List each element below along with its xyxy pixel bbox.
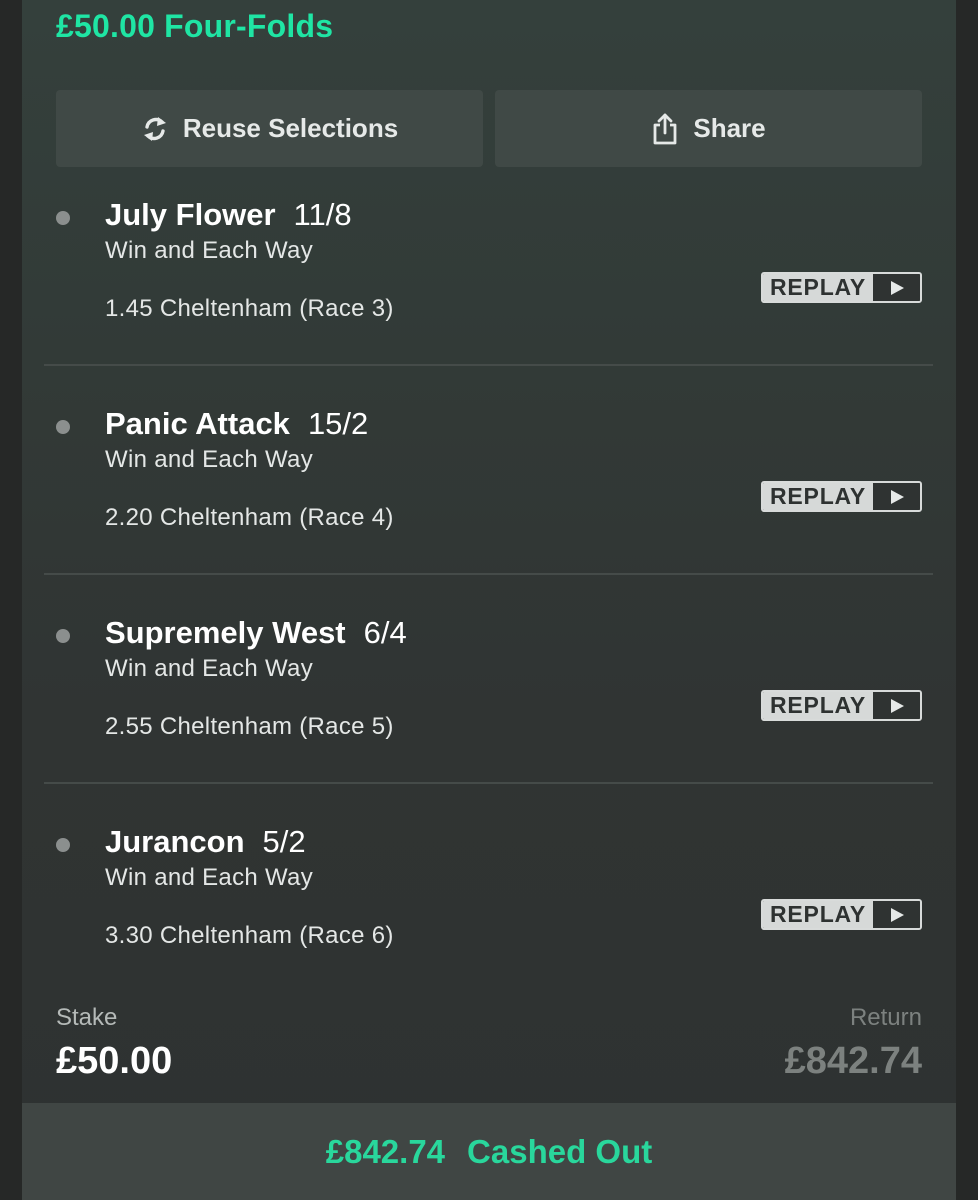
selection-header: Panic Attack 15/2 — [105, 406, 368, 442]
selection-item: Panic Attack 15/2 Win and Each Way 2.20 C… — [44, 406, 933, 614]
status-dot — [56, 211, 70, 225]
status-dot — [56, 420, 70, 434]
replay-button[interactable]: REPLAY — [761, 272, 922, 303]
divider — [44, 364, 933, 366]
selection-item: July Flower 11/8 Win and Each Way 1.45 Ch… — [44, 197, 933, 405]
replay-button[interactable]: REPLAY — [761, 481, 922, 512]
reuse-selections-button[interactable]: Reuse Selections — [56, 90, 483, 167]
right-edge — [956, 0, 978, 1200]
odds: 11/8 — [293, 197, 352, 232]
reuse-selections-label: Reuse Selections — [182, 113, 399, 143]
replay-label: REPLAY — [763, 483, 873, 510]
replay-label: REPLAY — [763, 901, 873, 928]
race-info: 3.30 Cheltenham (Race 6) — [105, 922, 394, 949]
odds: 6/4 — [363, 615, 407, 650]
selection-item: Jurancon 5/2 Win and Each Way 3.30 Chelte… — [44, 824, 933, 1032]
race-info: 1.45 Cheltenham (Race 3) — [105, 295, 394, 322]
race-info: 2.55 Cheltenham (Race 5) — [105, 713, 394, 740]
status-dot — [56, 838, 70, 852]
selection-header: Jurancon 5/2 — [105, 824, 306, 860]
stake-value: £50.00 — [56, 1040, 173, 1082]
play-icon — [873, 274, 920, 301]
share-label: Share — [693, 113, 766, 143]
market-type: Win and Each Way — [105, 446, 313, 473]
refresh-icon — [141, 114, 169, 144]
divider — [44, 782, 933, 784]
left-edge — [0, 0, 22, 1200]
horse-name: July Flower — [105, 197, 276, 232]
share-icon — [651, 112, 679, 146]
cashout-amount: £842.74 — [325, 1132, 446, 1170]
market-type: Win and Each Way — [105, 864, 313, 891]
replay-button[interactable]: REPLAY — [761, 690, 922, 721]
selection-header: Supremely West 6/4 — [105, 615, 407, 651]
play-icon — [873, 901, 920, 928]
status-dot — [56, 629, 70, 643]
cashout-status-bar: £842.74 Cashed Out — [22, 1103, 956, 1200]
divider — [44, 573, 933, 575]
cashout-status: Cashed Out — [467, 1132, 653, 1170]
bet-card: £50.00 Four-Folds Reuse Selections Share… — [22, 0, 956, 1200]
play-icon — [873, 692, 920, 719]
horse-name: Panic Attack — [105, 406, 290, 441]
replay-label: REPLAY — [763, 692, 873, 719]
horse-name: Supremely West — [105, 615, 346, 650]
odds: 5/2 — [262, 824, 306, 859]
stake-label: Stake — [56, 1004, 118, 1031]
horse-name: Jurancon — [105, 824, 245, 859]
market-type: Win and Each Way — [105, 655, 313, 682]
replay-label: REPLAY — [763, 274, 873, 301]
market-type: Win and Each Way — [105, 237, 313, 264]
race-info: 2.20 Cheltenham (Race 4) — [105, 504, 394, 531]
share-button[interactable]: Share — [495, 90, 922, 167]
selection-item: Supremely West 6/4 Win and Each Way 2.55 … — [44, 615, 933, 823]
return-label: Return — [849, 1004, 922, 1031]
bet-title: £50.00 Four-Folds — [56, 8, 334, 44]
play-icon — [873, 483, 920, 510]
odds: 15/2 — [307, 406, 369, 441]
selection-header: July Flower 11/8 — [105, 197, 352, 233]
replay-button[interactable]: REPLAY — [761, 899, 922, 930]
return-value: £842.74 — [784, 1040, 922, 1082]
